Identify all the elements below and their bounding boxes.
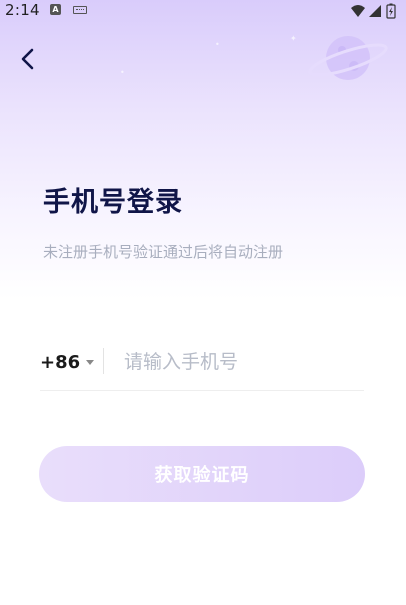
phone-row: +86 [40, 340, 364, 391]
country-code-selector[interactable]: +86 [40, 349, 95, 375]
page-title: 手机号登录 [43, 187, 183, 218]
phone-input[interactable] [124, 344, 354, 380]
a-notification-icon: A [50, 4, 61, 15]
status-icons [350, 3, 402, 19]
sparkle-icon: • [120, 68, 125, 77]
chevron-left-icon [21, 48, 34, 70]
status-time: 2:14 [5, 1, 40, 19]
page-subtitle: 未注册手机号验证通过后将自动注册 [43, 243, 284, 261]
caret-down-icon [86, 359, 95, 365]
planet-icon [308, 36, 388, 80]
back-button[interactable] [12, 44, 42, 74]
get-code-button[interactable]: 获取验证码 [39, 446, 365, 502]
divider [103, 348, 104, 374]
country-code: +86 [40, 351, 81, 373]
signal-icon [369, 5, 381, 17]
login-page: 2:14 A ✦ • • 手机号登录 未注册手机号验证通过后将自动注册 +86 … [0, 0, 406, 605]
wifi-icon [351, 5, 365, 17]
battery-icon [386, 3, 396, 19]
status-bar: 2:14 A [0, 0, 406, 22]
keyboard-icon [73, 6, 87, 14]
sparkle-icon: ✦ [290, 34, 297, 43]
sparkle-icon: • [215, 40, 220, 49]
